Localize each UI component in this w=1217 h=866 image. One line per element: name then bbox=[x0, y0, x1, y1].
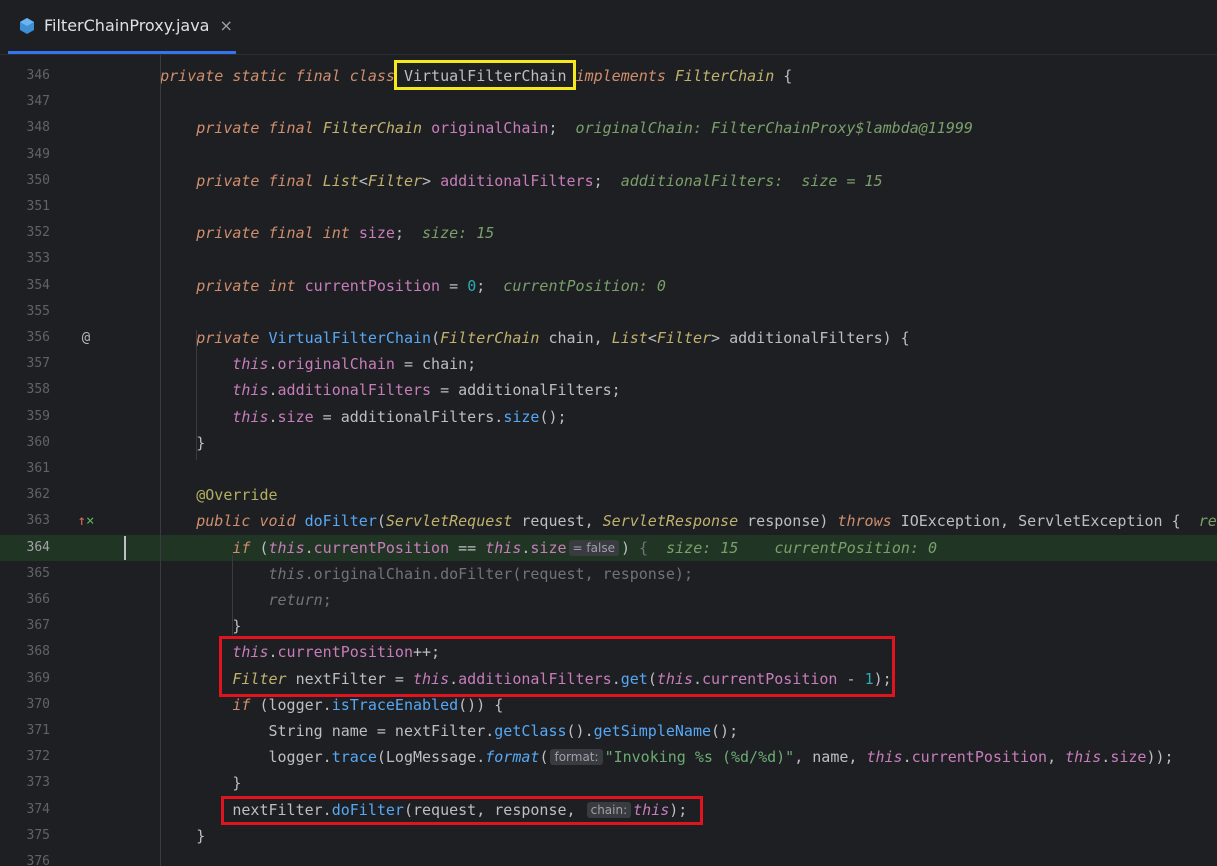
code-text[interactable]: this.additionalFilters = additionalFilte… bbox=[124, 377, 620, 403]
code-text[interactable]: public void doFilter(ServletRequest requ… bbox=[124, 508, 1217, 534]
line-number[interactable]: 368 bbox=[0, 639, 50, 665]
line-number[interactable]: 355 bbox=[0, 299, 50, 325]
code-line[interactable]: 365 this.originalChain.doFilter(request,… bbox=[0, 561, 1217, 587]
code-text[interactable]: logger.trace(LogMessage.format(format: "I… bbox=[124, 744, 1173, 770]
code-line[interactable]: 373 } bbox=[0, 770, 1217, 796]
code-text[interactable]: if (this.currentPosition == this.size = f… bbox=[124, 535, 937, 561]
line-number[interactable]: 360 bbox=[0, 430, 50, 456]
code-line[interactable]: 350 private final List<Filter> additiona… bbox=[0, 168, 1217, 194]
code-line[interactable]: 362 @Override bbox=[0, 482, 1217, 508]
line-number[interactable]: 375 bbox=[0, 823, 50, 849]
line-number[interactable]: 354 bbox=[0, 273, 50, 299]
line-number[interactable]: 352 bbox=[0, 220, 50, 246]
code-text[interactable]: private final FilterChain originalChain;… bbox=[124, 115, 973, 141]
line-number[interactable]: 351 bbox=[0, 194, 50, 220]
line-number[interactable]: 365 bbox=[0, 561, 50, 587]
line-number[interactable]: 369 bbox=[0, 666, 50, 692]
inline-value-hint: = false bbox=[568, 539, 619, 556]
indent-guide bbox=[160, 55, 161, 866]
code-line[interactable]: 354 private int currentPosition = 0; cur… bbox=[0, 273, 1217, 299]
highlight-box-dofilter-call bbox=[221, 796, 703, 825]
code-line[interactable]: 376 bbox=[0, 849, 1217, 866]
line-number[interactable]: 347 bbox=[0, 89, 50, 115]
line-number[interactable]: 356 bbox=[0, 325, 50, 351]
line-number[interactable]: 372 bbox=[0, 744, 50, 770]
code-line[interactable]: 347 bbox=[0, 89, 1217, 115]
line-number[interactable]: 370 bbox=[0, 692, 50, 718]
code-line[interactable]: 353 bbox=[0, 246, 1217, 272]
line-number[interactable]: 371 bbox=[0, 718, 50, 744]
line-number[interactable]: 349 bbox=[0, 142, 50, 168]
code-line[interactable]: 346 private static final class VirtualFi… bbox=[0, 63, 1217, 89]
code-text[interactable]: String name = nextFilter.getClass().getS… bbox=[124, 718, 738, 744]
code-line[interactable]: 366 return; bbox=[0, 587, 1217, 613]
line-number[interactable]: 357 bbox=[0, 351, 50, 377]
line-number[interactable]: 359 bbox=[0, 404, 50, 430]
line-number[interactable]: 353 bbox=[0, 246, 50, 272]
code-text[interactable]: } bbox=[124, 823, 205, 849]
line-number[interactable]: 350 bbox=[0, 168, 50, 194]
code-text[interactable]: return; bbox=[124, 587, 332, 613]
code-line[interactable]: 355 bbox=[0, 299, 1217, 325]
code-line[interactable]: 363 ↑⨯ public void doFilter(ServletReques… bbox=[0, 508, 1217, 534]
line-number[interactable]: 373 bbox=[0, 770, 50, 796]
code-text[interactable]: } bbox=[124, 770, 241, 796]
line-number[interactable]: 367 bbox=[0, 613, 50, 639]
code-line[interactable]: 351 bbox=[0, 194, 1217, 220]
code-line[interactable]: 356 @ private VirtualFilterChain(FilterCh… bbox=[0, 325, 1217, 351]
highlight-box-class-name bbox=[394, 60, 576, 90]
code-text[interactable]: this.originalChain.doFilter(request, res… bbox=[124, 561, 693, 587]
code-line[interactable]: 375 } bbox=[0, 823, 1217, 849]
code-line[interactable]: 357 this.originalChain = chain; bbox=[0, 351, 1217, 377]
line-number[interactable]: 346 bbox=[0, 63, 50, 89]
code-text[interactable]: private final List<Filter> additionalFil… bbox=[124, 168, 882, 194]
code-text[interactable]: private VirtualFilterChain(FilterChain c… bbox=[124, 325, 909, 351]
code-text[interactable]: } bbox=[124, 430, 205, 456]
line-number[interactable]: 376 bbox=[0, 849, 50, 866]
code-text[interactable]: @Override bbox=[124, 482, 277, 508]
code-line[interactable]: 371 String name = nextFilter.getClass().… bbox=[0, 718, 1217, 744]
code-text[interactable]: private final int size; size: 15 bbox=[124, 220, 494, 246]
line-number[interactable]: 348 bbox=[0, 115, 50, 141]
code-line[interactable]: 359 this.size = additionalFilters.size()… bbox=[0, 404, 1217, 430]
code-line[interactable]: 358 this.additionalFilters = additionalF… bbox=[0, 377, 1217, 403]
java-class-icon bbox=[20, 17, 34, 34]
line-number[interactable]: 366 bbox=[0, 587, 50, 613]
close-icon[interactable]: × bbox=[219, 16, 232, 35]
tab-title: FilterChainProxy.java bbox=[44, 16, 210, 35]
param-hint-format: format: bbox=[550, 749, 603, 766]
override-method-icon[interactable]: ↑⨯ bbox=[74, 508, 98, 534]
code-text[interactable]: this.originalChain = chain; bbox=[124, 351, 476, 377]
indent-guide bbox=[232, 555, 233, 635]
code-line[interactable]: 360 } bbox=[0, 430, 1217, 456]
line-number[interactable]: 362 bbox=[0, 482, 50, 508]
code-line[interactable]: 348 private final FilterChain originalCh… bbox=[0, 115, 1217, 141]
code-line[interactable]: 361 bbox=[0, 456, 1217, 482]
line-number[interactable]: 374 bbox=[0, 797, 50, 823]
line-number[interactable]: 358 bbox=[0, 377, 50, 403]
code-line[interactable]: 364 if (this.currentPosition == this.siz… bbox=[0, 534, 1217, 561]
code-editor[interactable]: 346 private static final class VirtualFi… bbox=[0, 55, 1217, 866]
highlight-box-position-lines bbox=[219, 636, 895, 697]
code-text[interactable]: this.size = additionalFilters.size(); bbox=[124, 404, 566, 430]
code-line[interactable]: 352 private final int size; size: 15 bbox=[0, 220, 1217, 246]
code-text[interactable]: private int currentPosition = 0; current… bbox=[124, 273, 666, 299]
line-number[interactable]: 363 bbox=[0, 508, 50, 534]
usages-icon[interactable]: @ bbox=[74, 325, 98, 351]
line-number[interactable]: 364 bbox=[0, 535, 50, 561]
line-number[interactable]: 361 bbox=[0, 456, 50, 482]
tab-filterchainproxy[interactable]: FilterChainProxy.java × bbox=[8, 0, 236, 54]
editor-tab-bar: FilterChainProxy.java × bbox=[0, 0, 1217, 55]
code-line[interactable]: 372 logger.trace(LogMessage.format(forma… bbox=[0, 744, 1217, 770]
indent-guide bbox=[196, 330, 197, 460]
code-line[interactable]: 349 bbox=[0, 142, 1217, 168]
